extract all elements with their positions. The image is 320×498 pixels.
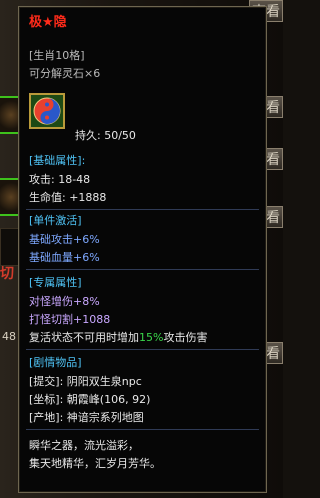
background-number: 48 — [2, 330, 16, 343]
single-header: [单件激活] — [29, 214, 82, 227]
hp-stat: 生命值: +1888 — [29, 191, 107, 204]
revive-stat: 复活状态不可用时增加15%攻击伤害 — [29, 331, 207, 344]
item-tooltip: 极★隐 [生肖10格] 可分解灵石×6 持久: 50/50 [基础属性]: 攻击… — [18, 6, 267, 493]
item-decompose: 可分解灵石×6 — [29, 67, 101, 80]
revive-percent: 15% — [139, 331, 164, 344]
submit-info: [提交]: 阴阳双生泉npc — [29, 375, 142, 388]
flavor-text-1: 瞬华之器，流光溢彩， — [29, 439, 139, 452]
base-attack-stat: 基础攻击+6% — [29, 233, 100, 246]
exclusive-section: [专属属性] 对怪增伤+8% 打怪切割+1088 复活状态不可用时增加15%攻击… — [26, 275, 259, 350]
origin-info: [产地]: 神谙宗系列地图 — [29, 411, 144, 424]
basic-section: [基础属性]: 攻击: 18-48 生命值: +1888 — [26, 153, 259, 210]
basic-header: [基础属性]: — [29, 154, 86, 167]
base-hp-stat: 基础血量+6% — [29, 251, 100, 264]
story-section: [剧情物品] [提交]: 阴阳双生泉npc [坐标]: 朝霞峰(106, 92)… — [26, 355, 259, 430]
attack-stat: 攻击: 18-48 — [29, 173, 91, 186]
item-icon-frame — [29, 93, 65, 129]
cut-monster-stat: 打怪切割+1088 — [29, 313, 111, 326]
anti-monster-stat: 对怪增伤+8% — [29, 295, 100, 308]
exclusive-header: [专属属性] — [29, 276, 82, 289]
item-title: 极★隐 — [29, 15, 67, 30]
story-header: [剧情物品] — [29, 356, 82, 369]
revive-prefix: 复活状态不可用时增加 — [29, 331, 139, 344]
background-red-text: 切 — [0, 266, 14, 282]
single-activation-section: [单件激活] 基础攻击+6% 基础血量+6% — [26, 213, 259, 270]
yin-yang-icon — [33, 97, 61, 125]
flavor-text-2: 集天地精华，汇岁月芳华。 — [29, 457, 161, 470]
coords-info: [坐标]: 朝霞峰(106, 92) — [29, 393, 151, 406]
item-subtitle: [生肖10格] — [29, 49, 85, 62]
item-durability: 持久: 50/50 — [75, 129, 136, 142]
revive-suffix: 攻击伤害 — [163, 331, 208, 344]
